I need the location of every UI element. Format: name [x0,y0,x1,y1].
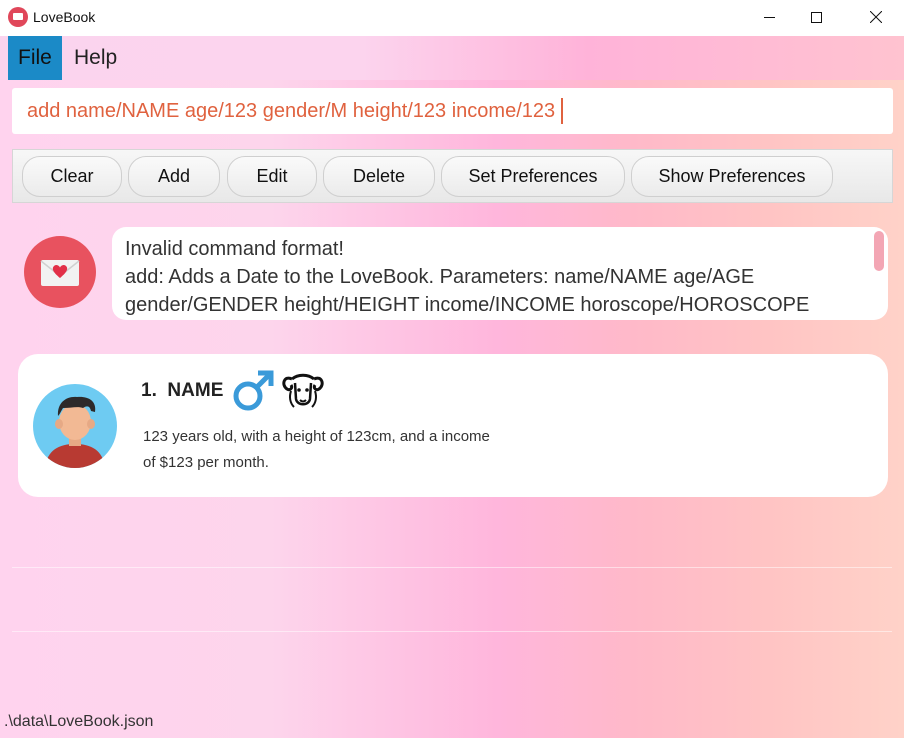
delete-button[interactable]: Delete [323,156,435,197]
list-divider [12,567,892,568]
list-divider [12,631,892,632]
command-input-value: add name/NAME age/123 gender/M height/12… [27,99,556,122]
date-name-heading: 1. NAME [141,380,223,402]
close-button[interactable] [853,0,899,34]
date-name: NAME [167,380,224,401]
minimize-icon [763,16,775,18]
text-caret [561,98,564,124]
show-preferences-button[interactable]: Show Preferences [631,156,833,197]
maximize-icon [810,11,822,23]
window-title: LoveBook [33,9,96,25]
aries-ram-icon [280,369,326,418]
result-line: add: Adds a Date to the LoveBook. Parame… [125,266,755,288]
result-scrollbar[interactable] [874,231,884,271]
date-index: 1. [141,380,157,401]
menu-help[interactable]: Help [64,36,127,80]
app-logo-icon [8,7,28,27]
date-description: 123 years old, with a height of 123cm, a… [143,424,523,476]
envelope-heart-icon [24,236,96,308]
save-location-path: .\data\LoveBook.json [4,713,154,730]
date-description-line: 123 years old, with a height of 123cm, a… [143,428,490,445]
clear-button[interactable]: Clear [22,156,122,197]
male-avatar-icon [33,384,117,468]
result-area: Invalid command format! add: Adds a Date… [12,218,892,334]
command-input[interactable]: add name/NAME age/123 gender/M height/12… [12,88,893,134]
close-icon [870,11,882,23]
result-line: Invalid command format! [125,238,344,260]
edit-button[interactable]: Edit [227,156,317,197]
minimize-button[interactable] [746,0,792,34]
status-bar: .\data\LoveBook.json [0,706,904,738]
menu-file[interactable]: File [8,36,62,80]
result-line: gender/GENDER height/HEIGHT income/INCOM… [125,294,810,316]
date-card[interactable]: 1. NAME 123 years old, with a height of … [18,354,888,497]
date-description-line: of $123 per month. [143,454,269,471]
date-list-empty-area [12,503,892,693]
male-symbol-icon [230,368,276,419]
title-bar: LoveBook [0,0,904,36]
maximize-button[interactable] [793,0,839,34]
set-preferences-button[interactable]: Set Preferences [441,156,625,197]
toolbar: Clear Add Edit Delete Set Preferences Sh… [12,149,893,203]
add-button[interactable]: Add [128,156,220,197]
result-display[interactable]: Invalid command format! add: Adds a Date… [112,227,888,320]
menu-bar: File Help [0,36,904,80]
